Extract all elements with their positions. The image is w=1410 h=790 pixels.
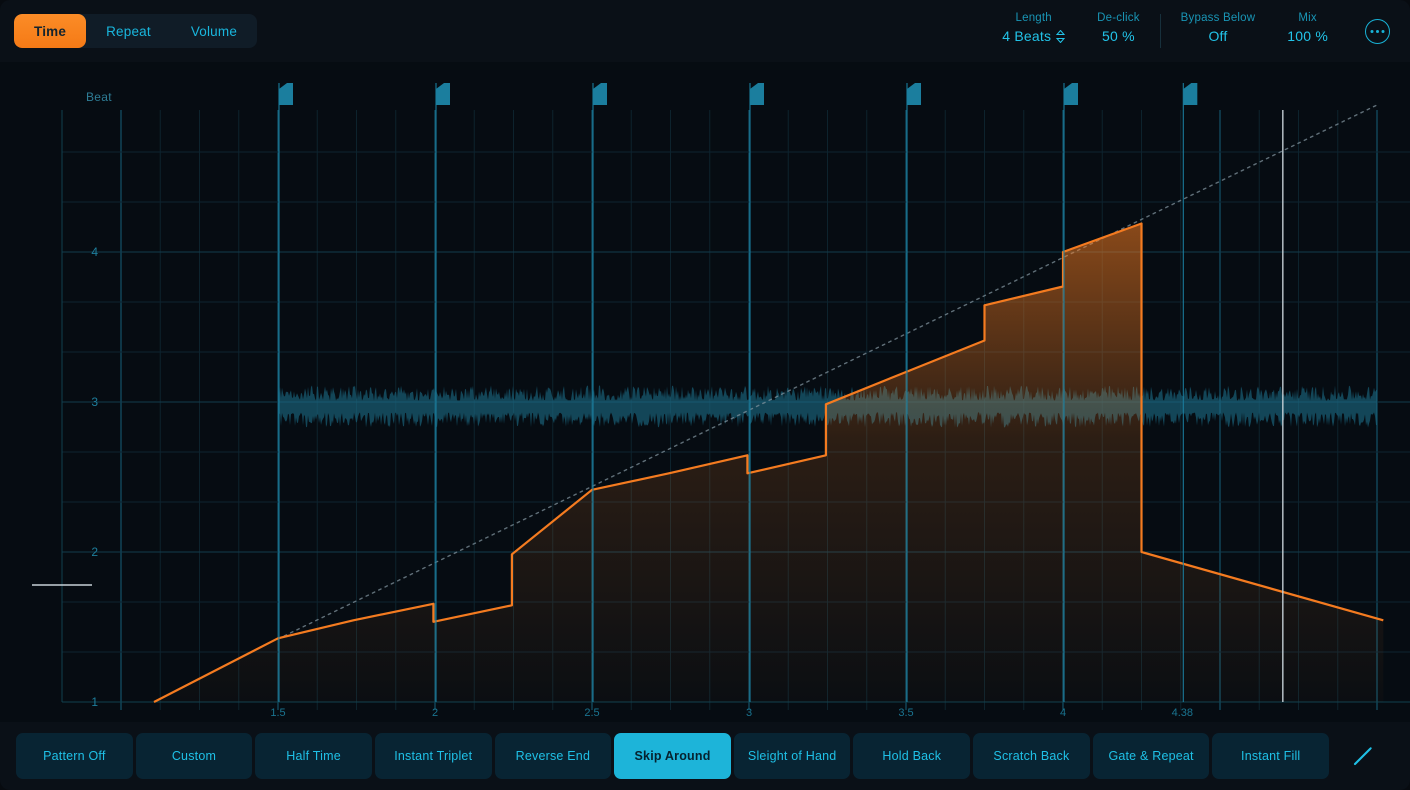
y-axis-tick: 3: [91, 395, 98, 409]
preset-pattern-off[interactable]: Pattern Off: [16, 733, 133, 779]
graph-canvas[interactable]: [0, 62, 1410, 722]
x-axis-tick: 4: [1060, 707, 1066, 719]
x-axis-tick: 3: [746, 707, 752, 719]
preset-hold-back[interactable]: Hold Back: [853, 733, 970, 779]
preset-reverse-end[interactable]: Reverse End: [495, 733, 612, 779]
preset-skip-around[interactable]: Skip Around: [614, 733, 731, 779]
preset-half-time[interactable]: Half Time: [255, 733, 372, 779]
x-axis-tick: 4.38: [1172, 707, 1193, 719]
tab-volume[interactable]: Volume: [171, 14, 257, 48]
param-declick[interactable]: De-click 50 %: [1081, 10, 1156, 46]
param-declick-label: De-click: [1097, 10, 1140, 26]
y-axis-tick: 4: [91, 245, 98, 259]
param-mix[interactable]: Mix 100 %: [1271, 10, 1344, 46]
param-mix-label: Mix: [1298, 10, 1317, 26]
stepper-icon[interactable]: [1056, 30, 1065, 43]
beat-marker-flag: [279, 83, 293, 105]
preset-gate-and-repeat[interactable]: Gate & Repeat: [1093, 733, 1210, 779]
param-bypass-below-label: Bypass Below: [1181, 10, 1256, 26]
beat-marker-flag: [1183, 83, 1197, 105]
curve-fill: [154, 224, 1383, 703]
beat-marker-flag: [907, 83, 921, 105]
x-axis-tick: 3.5: [898, 707, 913, 719]
parameter-group: Length 4 Beats De-click 50 % Byp: [986, 10, 1344, 54]
param-bypass-below-value[interactable]: Off: [1208, 26, 1227, 46]
more-horizontal-icon[interactable]: [1365, 19, 1390, 44]
preset-scratch-back[interactable]: Scratch Back: [973, 733, 1090, 779]
preset-sleight-of-hand[interactable]: Sleight of Hand: [734, 733, 851, 779]
tab-repeat[interactable]: Repeat: [86, 14, 171, 48]
mode-tabs: Time Repeat Volume: [14, 14, 257, 48]
beat-marker-flag: [436, 83, 450, 105]
pencil-icon[interactable]: [1332, 733, 1394, 779]
x-axis-tick: 2: [432, 707, 438, 719]
beat-marker-flag: [750, 83, 764, 105]
param-length-label: Length: [1016, 10, 1052, 26]
time-pattern-editor: Time Repeat Volume Length 4 Beats: [0, 0, 1410, 790]
toolbar: Time Repeat Volume Length 4 Beats: [0, 0, 1410, 62]
time-pattern-graph[interactable]: Beat 1234 1.522.533.544.38: [0, 62, 1410, 722]
x-axis-tick: 2.5: [584, 707, 599, 719]
preset-bar: Pattern Off Custom Half Time Instant Tri…: [0, 722, 1410, 790]
beat-marker-flag: [593, 83, 607, 105]
y-axis-tick: 2: [91, 545, 98, 559]
y-axis-tick: 1: [91, 695, 98, 709]
beat-marker-flag: [1064, 83, 1078, 105]
param-length[interactable]: Length 4 Beats: [986, 10, 1081, 46]
param-length-text: 4 Beats: [1002, 26, 1051, 46]
param-divider: [1160, 14, 1161, 48]
x-axis-tick: 1.5: [270, 707, 285, 719]
preset-custom[interactable]: Custom: [136, 733, 253, 779]
param-bypass-below[interactable]: Bypass Below Off: [1165, 10, 1272, 46]
param-declick-value[interactable]: 50 %: [1102, 26, 1135, 46]
preset-instant-fill[interactable]: Instant Fill: [1212, 733, 1329, 779]
param-mix-value[interactable]: 100 %: [1287, 26, 1328, 46]
param-length-value[interactable]: 4 Beats: [1002, 26, 1065, 46]
preset-instant-triplet[interactable]: Instant Triplet: [375, 733, 492, 779]
tab-time[interactable]: Time: [14, 14, 86, 48]
